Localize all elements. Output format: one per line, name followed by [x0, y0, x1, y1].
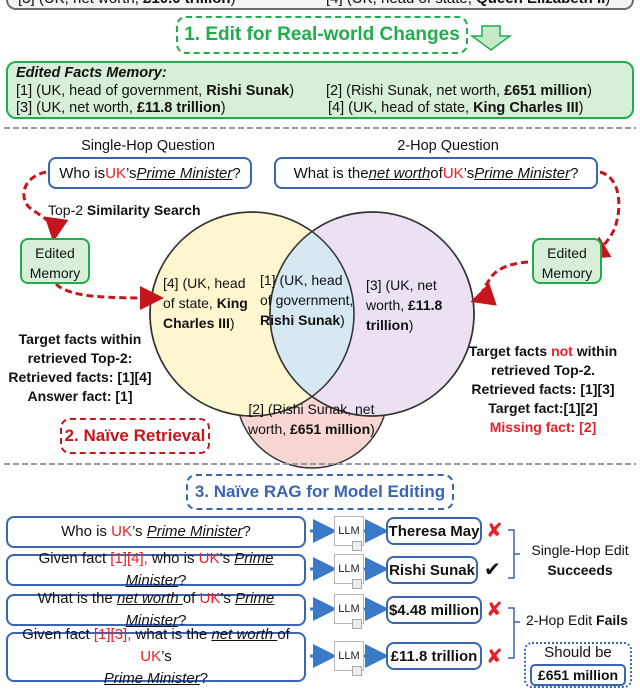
answer-row-1: Theresa May	[386, 517, 482, 545]
venn-fact-1: [1] (UK, head of government, Rishi Sunak…	[260, 272, 354, 328]
original-facts-box: [3] (UK, net worth, £10.0 trillion) [4] …	[6, 0, 634, 10]
bracket-single-hop	[508, 529, 520, 579]
prompt-row-1: Who is UK’s Prime Minister?	[6, 516, 306, 548]
memory-fact-4: [4] (UK, head of state, King Charles III…	[328, 100, 584, 116]
arrow-memory-to-venn-right	[470, 260, 529, 306]
document-icon	[352, 666, 362, 676]
single-hop-question: Who is UK’s Prime Minister?	[48, 157, 252, 189]
edited-memory-right: Edited Memory	[532, 238, 602, 284]
document-icon	[352, 619, 362, 629]
venn-fact-3: [3] (UK, net worth, £11.8 trillion)	[366, 277, 443, 333]
edited-memory-left: Edited Memory	[20, 238, 90, 284]
answer-row-4: £11.8 trillion	[386, 642, 482, 670]
memory-fact-3: [3] (UK, net worth, £11.8 trillion)	[16, 100, 226, 116]
step3-label: 3. Naïve RAG for Model Editing	[186, 474, 454, 510]
should-be-value: £651 million	[530, 664, 626, 686]
prompt-row-2: Given fact [1][4], who is UK’s Prime Min…	[6, 550, 306, 589]
should-be-box: Should be £651 million	[524, 642, 632, 688]
prompt-row-4: Given fact [1][3], what is the net worth…	[6, 626, 306, 687]
answer-row-2: Rishi Sunak	[386, 556, 478, 584]
llm-icon-row-3: LLM	[334, 594, 364, 629]
two-hop-question: What is the net worth of UK’s Prime Mini…	[274, 157, 598, 189]
venn-fact-4: [4] (UK, head of state, King Charles III…	[163, 275, 248, 331]
two-hop-result: 2-Hop Edit Fails	[526, 612, 628, 628]
llm-icon-row-4: LLM	[334, 641, 364, 676]
original-fact-4: [4] (UK, head of state, Queen Elizabeth …	[326, 0, 610, 7]
memory-title: Edited Facts Memory:	[16, 65, 167, 81]
edited-facts-memory: Edited Facts Memory: [1] (UK, head of go…	[6, 61, 634, 119]
two-hop-heading: 2-Hop Question	[397, 138, 499, 154]
single-hop-heading: Single-Hop Question	[81, 138, 215, 154]
original-fact-3: [3] (UK, net worth, £10.0 trillion)	[18, 0, 236, 7]
single-hop-note: Target facts within retrieved Top-2: Ret…	[8, 331, 152, 404]
cross-icon: ✘	[486, 646, 503, 668]
document-icon	[352, 579, 362, 589]
two-hop-note: Target facts not within retrieved Top-2.…	[468, 343, 618, 435]
arrow-memory-to-venn-left	[54, 282, 164, 310]
answer-row-3: $4.48 million	[386, 596, 482, 624]
bracket-two-hop	[508, 607, 520, 659]
llm-icon-row-1: LLM	[334, 516, 364, 551]
document-icon	[352, 541, 362, 551]
venn-fact-2: [2] (Rishi Sunak, net worth, £651 millio…	[248, 401, 375, 437]
single-hop-result: Single-Hop Edit Succeeds	[531, 542, 629, 578]
similarity-search-label: Top-2 Similarity Search	[48, 202, 201, 218]
down-arrow-icon	[469, 25, 513, 51]
cross-icon: ✘	[486, 520, 503, 542]
step2-label: 2. Naïve Retrieval	[60, 418, 210, 454]
memory-fact-1: [1] (UK, head of government, Rishi Sunak…	[16, 83, 295, 99]
llm-icon-row-2: LLM	[334, 554, 364, 589]
prompt-row-3: What is the net worth of UK’s Prime Mini…	[6, 590, 306, 629]
check-icon: ✔	[484, 559, 501, 581]
step1-label: 1. Edit for Real-world Changes	[176, 16, 468, 54]
memory-fact-2: [2] (Rishi Sunak, net worth, £651 millio…	[326, 83, 592, 99]
cross-icon: ✘	[486, 599, 503, 621]
